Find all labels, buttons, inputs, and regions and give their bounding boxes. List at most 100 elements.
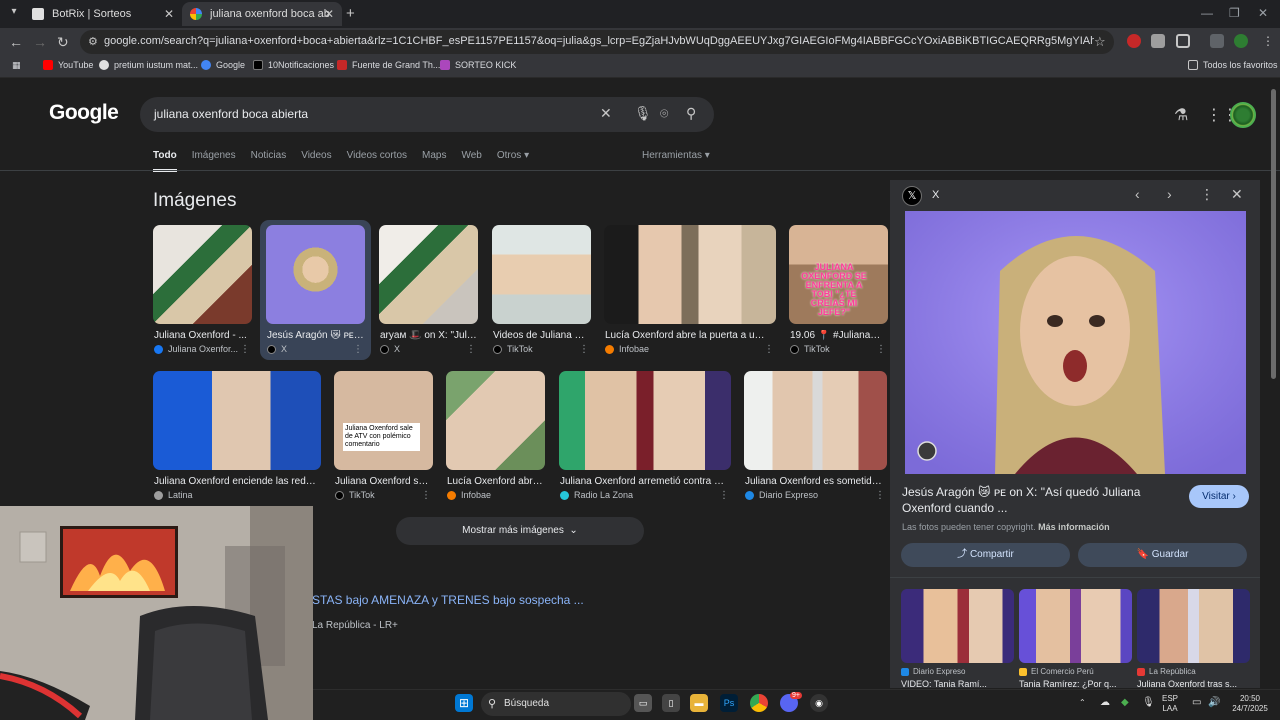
back-arrow-icon[interactable]: ← <box>9 34 23 50</box>
image-source[interactable]: Radio La Zona <box>560 490 633 500</box>
tab-google-search[interactable]: juliana oxenford boca abierta - ✕ <box>182 2 342 26</box>
image-thumbnail[interactable] <box>379 225 478 324</box>
image-thumbnail[interactable] <box>559 371 731 470</box>
more-options-icon[interactable]: ⋮ <box>719 490 729 501</box>
more-options-icon[interactable]: ⋮ <box>579 344 589 355</box>
image-thumbnail[interactable] <box>492 225 591 324</box>
language-indicator[interactable]: ESP LAA <box>1162 694 1178 714</box>
image-thumbnail[interactable] <box>744 371 887 470</box>
clear-icon[interactable]: ✕ <box>600 105 612 122</box>
panel-title[interactable]: Jesús Aragón 😿 ᴘᴇ on X: "Así quedó Julia… <box>902 484 1172 516</box>
app-icon[interactable]: ▯ <box>662 694 680 712</box>
lens-icon[interactable]: ⌾ <box>660 105 668 122</box>
bookmark-google[interactable]: Google <box>201 60 245 70</box>
file-explorer-icon[interactable]: ▬ <box>690 694 708 712</box>
microphone-tray-icon[interactable]: 🎙 <box>1142 697 1155 708</box>
more-options-icon[interactable]: ⋮ <box>353 344 363 355</box>
image-source[interactable]: TikTok <box>335 490 375 500</box>
address-bar[interactable]: ⚙ google.com/search?q=juliana+oxenford+b… <box>80 30 1114 54</box>
bookmark-notifications[interactable]: 10Notificaciones <box>253 60 334 70</box>
related-title[interactable]: Tania Ramírez: ¿Por q... <box>1019 679 1132 689</box>
image-thumbnail[interactable] <box>446 371 545 470</box>
microphone-icon[interactable]: 🎙 <box>634 105 652 122</box>
image-thumbnail[interactable] <box>604 225 776 324</box>
tab-videos[interactable]: Videos <box>301 150 331 172</box>
image-source[interactable]: Infobae <box>447 490 491 500</box>
network-icon[interactable]: ▭ <box>1192 697 1201 708</box>
image-source[interactable]: TikTok <box>493 344 533 354</box>
extension-grey-icon[interactable] <box>1151 34 1165 48</box>
reload-icon[interactable]: ↻ <box>57 34 69 51</box>
obs-icon[interactable]: ◉ <box>810 694 828 712</box>
save-button[interactable]: 🔖 Guardar <box>1078 543 1247 567</box>
related-thumbnail[interactable] <box>901 589 1014 663</box>
preview-image[interactable] <box>905 211 1246 474</box>
image-source[interactable]: X <box>380 344 400 354</box>
more-options-icon[interactable]: ⋮ <box>875 490 885 501</box>
tab-maps[interactable]: Maps <box>422 150 446 172</box>
tab-botrix[interactable]: BotRix | Sorteos ✕ <box>24 2 182 26</box>
extension-red-icon[interactable] <box>1127 34 1141 48</box>
tab-all[interactable]: Todo <box>153 150 177 172</box>
restore-icon[interactable]: ❐ <box>1229 6 1240 20</box>
windows-start-icon[interactable]: ⊞ <box>455 694 473 712</box>
image-title[interactable]: aryaм 🎩 on X: "Juli... <box>380 330 477 341</box>
image-thumbnail[interactable] <box>153 371 321 470</box>
result-title-link[interactable]: STAS bajo AMENAZA y TRENES bajo sospecha… <box>312 593 584 607</box>
panel-source-name[interactable]: X <box>932 189 939 201</box>
all-bookmarks[interactable]: Todos los favoritos <box>1188 60 1278 70</box>
account-avatar[interactable] <box>1230 102 1256 128</box>
image-source[interactable]: Latina <box>154 490 193 500</box>
forward-arrow-icon[interactable]: → <box>33 34 47 50</box>
volume-icon[interactable]: 🔊 <box>1208 697 1220 708</box>
search-icon[interactable]: ⚲ <box>686 105 696 122</box>
more-options-icon[interactable]: ⋮ <box>466 344 476 355</box>
new-tab-plus-icon[interactable]: + <box>346 5 355 22</box>
extensions-puzzle-icon[interactable] <box>1176 34 1190 48</box>
bookmark-sorteo-kick[interactable]: SORTEO KICK <box>440 60 516 70</box>
image-source[interactable]: Diario Expreso <box>745 490 818 500</box>
chrome-icon[interactable] <box>750 694 768 712</box>
search-query[interactable]: juliana oxenford boca abierta <box>154 107 308 121</box>
clock[interactable]: 20:50 24/7/2025 <box>1228 694 1272 714</box>
tab-search-icon[interactable]: ▾ <box>6 6 22 22</box>
tab-web[interactable]: Web <box>461 150 481 172</box>
chrome-menu-icon[interactable]: ⋮ <box>1262 34 1274 48</box>
google-logo[interactable]: Google <box>49 101 119 125</box>
close-tab-icon[interactable]: ✕ <box>164 7 174 21</box>
task-view-icon[interactable]: ▭ <box>634 694 652 712</box>
image-title[interactable]: Lucía Oxenford abre ... <box>447 476 544 487</box>
bookmark-grand-theft[interactable]: Fuente de Grand Th... <box>337 60 440 70</box>
image-title[interactable]: 19.06 📍 #JulianaOx... <box>790 330 887 341</box>
related-title[interactable]: Juliana Oxenford tras s... <box>1137 679 1250 689</box>
related-thumbnail[interactable] <box>1019 589 1132 663</box>
tab-more[interactable]: Otros ▾ <box>497 150 529 172</box>
image-source[interactable]: TikTok <box>790 344 830 354</box>
more-options-icon[interactable]: ⋮ <box>764 344 774 355</box>
tools-menu[interactable]: Herramientas ▾ <box>642 150 710 161</box>
reading-list-icon[interactable] <box>1210 34 1224 48</box>
more-options-icon[interactable]: ⋮ <box>421 490 431 501</box>
image-title[interactable]: Juliana Oxenford enciende las redes ... <box>154 476 319 487</box>
bookmark-youtube[interactable]: YouTube <box>43 60 93 70</box>
security-icon[interactable]: ◆ <box>1121 697 1129 708</box>
image-source[interactable]: Juliana Oxenfor... <box>154 344 238 354</box>
show-more-images-button[interactable]: Mostrar más imágenes ⌄ <box>396 517 644 545</box>
share-button[interactable]: ⤴ Compartir <box>901 543 1070 567</box>
labs-flask-icon[interactable]: ⚗ <box>1174 105 1188 125</box>
more-options-icon[interactable]: ⋮ <box>240 344 250 355</box>
image-title[interactable]: Jesús Aragón 😿 ᴘᴇ o... <box>267 330 364 341</box>
image-thumbnail[interactable] <box>153 225 252 324</box>
tab-short-videos[interactable]: Videos cortos <box>347 150 407 172</box>
search-box[interactable]: juliana oxenford boca abierta ✕ 🎙 ⌾ ⚲ <box>140 97 714 132</box>
more-options-icon[interactable]: ⋮ <box>876 344 886 355</box>
image-thumbnail[interactable] <box>266 225 365 324</box>
tab-news[interactable]: Noticias <box>251 150 287 172</box>
image-source[interactable]: X <box>267 344 287 354</box>
next-icon[interactable]: › <box>1167 186 1172 202</box>
more-options-icon[interactable]: ⋮ <box>1200 186 1214 203</box>
minimize-icon[interactable]: — <box>1201 6 1213 20</box>
page-scrollbar[interactable] <box>1271 89 1276 379</box>
tab-images[interactable]: Imágenes <box>192 150 236 172</box>
apps-grid-icon[interactable]: ▦ <box>12 60 21 71</box>
